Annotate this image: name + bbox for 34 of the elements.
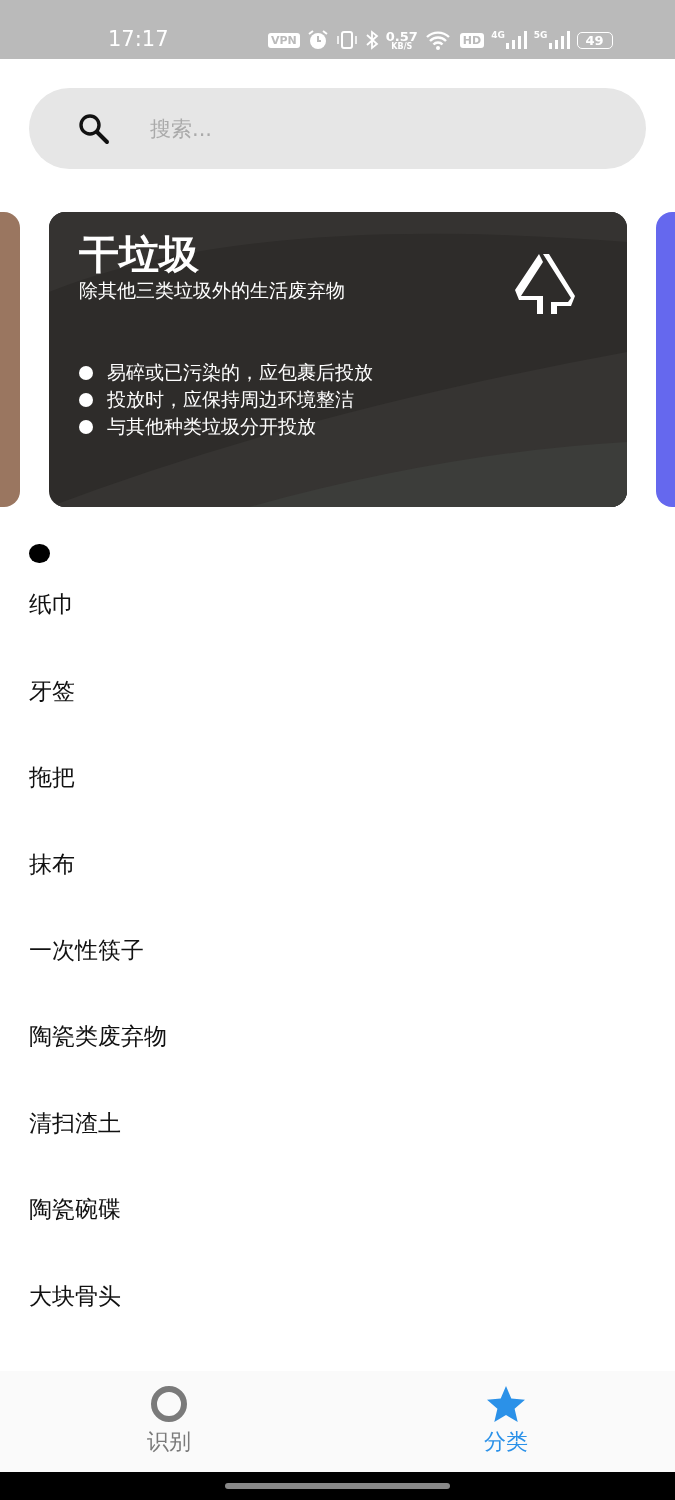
tip-text: 易碎或已污染的，应包裹后投放 [106, 360, 373, 386]
ring-icon [149, 1385, 188, 1424]
vpn-badge: VPN [268, 32, 300, 48]
category-card[interactable]: 干垃圾 除其他三类垃圾外的生活废弃物 易碎或已污染的，应包裹后投放 投放时，应保持周边环境整洁 与其他种类垃圾分开投放 [48, 211, 627, 507]
card-title: 干垃圾 [78, 229, 200, 278]
list-item[interactable]: 抹布 [29, 852, 675, 940]
signal-icon [547, 30, 570, 51]
search-icon [77, 111, 111, 146]
speed-unit: KB/S [391, 42, 413, 51]
clock-time: 17:17 [108, 27, 170, 52]
hd-badge: HD [459, 32, 485, 48]
list-item[interactable]: 陶瓷类废弃物 [29, 1025, 675, 1112]
list-item[interactable]: 牙签 [29, 679, 675, 767]
tip-text: 与其他种类垃圾分开投放 [106, 414, 316, 440]
star-icon [486, 1385, 527, 1424]
network-type: 5G [533, 30, 548, 41]
search-field[interactable]: 搜索... [148, 115, 552, 142]
list-item[interactable]: 大块骨头 [29, 1284, 675, 1371]
network-type: 4G [491, 30, 505, 41]
alarm-icon [306, 29, 329, 52]
nav-tab[interactable]: 识别 [93, 1371, 244, 1472]
card-subtitle: 除其他三类垃圾外的生活废弃物 [78, 277, 345, 303]
list-item[interactable]: 清扫渣土 [29, 1111, 675, 1199]
battery-indicator: 49 [576, 31, 613, 49]
list-item[interactable]: 拖把 [29, 766, 675, 853]
signal-icon [504, 30, 527, 51]
network-speed: 0.57 [385, 29, 418, 43]
list-item[interactable]: 纸巾 [29, 593, 675, 680]
page-indicator-dot [29, 543, 50, 564]
tip-text: 投放时，应保持周边环境整洁 [106, 387, 354, 413]
list-item[interactable]: 陶瓷碗碟 [29, 1198, 675, 1285]
home-indicator[interactable] [225, 1482, 450, 1489]
bluetooth-icon [364, 29, 379, 52]
vibrate-icon [335, 29, 358, 52]
